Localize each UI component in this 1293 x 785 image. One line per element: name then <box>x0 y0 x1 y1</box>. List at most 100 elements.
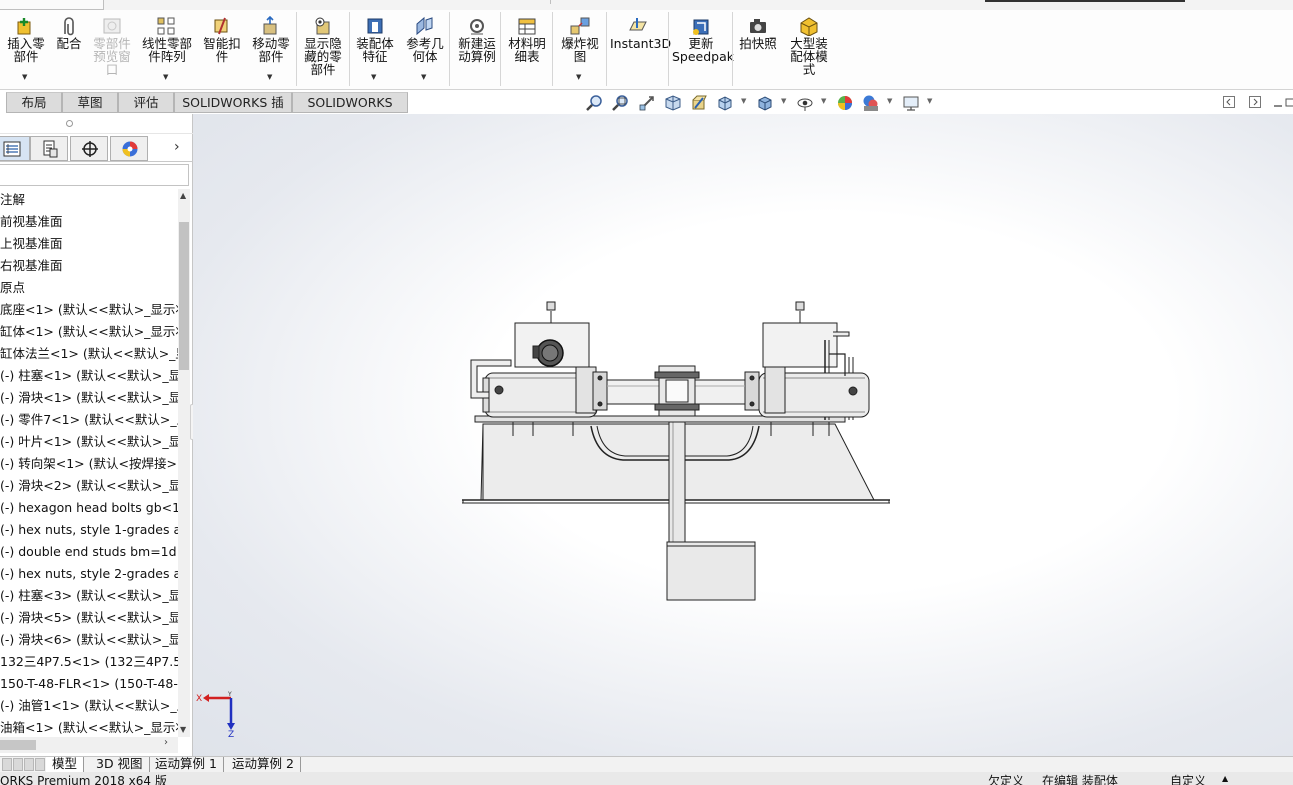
reference-geometry-dropdown-arrow[interactable]: ▼ <box>421 71 426 84</box>
tree-item[interactable]: (-) 滑块<1> (默认<<默认>_显示 <box>0 387 178 409</box>
tree-item[interactable]: 注解 <box>0 189 178 211</box>
large-assembly-mode-button[interactable]: 大型装 配体模 式 <box>782 12 836 90</box>
tree-item[interactable]: (-) 零件7<1> (默认<<默认>_显示 <box>0 409 178 431</box>
tree-item[interactable]: (-) double end studs bm=1d g <box>0 541 178 563</box>
graphics-area[interactable]: X Y Z <box>193 114 1293 756</box>
tree-item[interactable]: 前视基准面 <box>0 211 178 233</box>
tab-motion-study-2[interactable]: 运动算例 2 <box>226 757 301 772</box>
tree-item[interactable]: (-) 柱塞<3> (默认<<默认>_显示 <box>0 585 178 607</box>
feature-tree-vertical-scrollbar[interactable]: ▲ ▼ <box>178 189 190 737</box>
tree-item[interactable]: (-) 滑块<5> (默认<<默认>_显示 <box>0 607 178 629</box>
new-motion-study-button[interactable]: 新建运 动算例 <box>454 12 500 90</box>
restore-icon[interactable] <box>1285 96 1293 108</box>
feature-tree-horizontal-scrollbar[interactable]: › <box>0 737 178 753</box>
tab-property-manager[interactable] <box>30 136 68 161</box>
instant3d-button[interactable]: Instant3D <box>610 12 671 90</box>
tree-item[interactable]: (-) hex nuts, style 2-grades ab <box>0 563 178 585</box>
previous-view-icon[interactable] <box>638 94 656 112</box>
take-snapshot-label: 拍快照 <box>739 36 777 51</box>
tab-feature-tree[interactable] <box>0 136 30 161</box>
tab-evaluate[interactable]: 评估 <box>118 92 174 113</box>
tree-item[interactable]: 上视基准面 <box>0 233 178 255</box>
hide-show-items-icon[interactable] <box>796 94 814 112</box>
linear-pattern-button[interactable]: 线性零部 件阵列 ▼ <box>138 12 196 90</box>
display-style-icon[interactable] <box>756 94 774 112</box>
tab-motion-study-1[interactable]: 运动算例 1 <box>149 757 224 772</box>
tree-item[interactable]: 缸体法兰<1> (默认<<默认>_显示 <box>0 343 178 365</box>
insert-components-button[interactable]: 插入零 部件 ▼ <box>4 12 48 90</box>
panel-handle[interactable] <box>0 114 193 134</box>
tree-item[interactable]: (-) 转向架<1> (默认<按焊接><显 <box>0 453 178 475</box>
next-tab-button[interactable] <box>24 758 34 771</box>
instant3d-icon <box>629 18 647 31</box>
tab-configuration-manager[interactable] <box>70 136 108 161</box>
tab-sketch[interactable]: 草图 <box>62 92 118 113</box>
tree-item[interactable]: 132三4P7.5<1> (132三4P7.5<< <box>0 651 178 673</box>
tree-item[interactable]: 右视基准面 <box>0 255 178 277</box>
assembly-model-view[interactable] <box>193 114 1293 756</box>
section-view-icon[interactable] <box>664 94 682 112</box>
move-component-button[interactable]: 移动零 部件 ▼ <box>248 12 294 90</box>
minimize-icon[interactable] <box>1273 96 1283 108</box>
bill-of-materials-button[interactable]: 材料明 细表 <box>504 12 550 90</box>
tree-item[interactable]: (-) 柱塞<1> (默认<<默认>_显示 <box>0 365 178 387</box>
tree-item[interactable]: 150-T-48-FLR<1> (150-T-48-FL <box>0 673 178 695</box>
tab-solidworks-mbd[interactable]: SOLIDWORKS MBD <box>292 92 408 130</box>
move-component-dropdown-arrow[interactable]: ▼ <box>267 71 272 84</box>
zoom-to-fit-icon[interactable] <box>586 94 604 112</box>
tree-item[interactable]: (-) 滑块<2> (默认<<默认>_显示 <box>0 475 178 497</box>
apply-scene-icon[interactable] <box>862 94 880 112</box>
tab-solidworks-addins[interactable]: SOLIDWORKS 插件 <box>174 92 292 130</box>
update-speedpak-button[interactable]: 更新 Speedpak <box>672 12 734 90</box>
hide-show-dropdown[interactable]: ▼ <box>821 97 826 105</box>
tree-item[interactable]: 原点 <box>0 277 178 299</box>
scroll-down-icon[interactable]: ▼ <box>180 725 186 734</box>
tree-item[interactable]: 缸体<1> (默认<<默认>_显示状态 <box>0 321 178 343</box>
show-hidden-button[interactable]: 显示隐 藏的零 部件 <box>300 12 346 90</box>
first-tab-button[interactable] <box>2 758 12 771</box>
tree-item[interactable]: (-) 油管1<1> (默认<<默认>_显示 <box>0 695 178 717</box>
view-orientation-dropdown[interactable]: ▼ <box>741 97 746 105</box>
last-tab-button[interactable] <box>35 758 45 771</box>
tab-model[interactable]: 模型 <box>46 757 85 772</box>
edit-appearance-icon[interactable] <box>836 94 854 112</box>
collapse-right-icon[interactable] <box>1249 96 1261 108</box>
collapse-left-icon[interactable] <box>1223 96 1235 108</box>
assembly-features-button[interactable]: 装配体 特征 ▼ <box>352 12 398 90</box>
insert-components-dropdown-arrow[interactable]: ▼ <box>22 71 27 84</box>
view-settings-icon[interactable] <box>902 94 920 112</box>
tab-3d-view[interactable]: 3D 视图 <box>90 757 150 772</box>
view-settings-dropdown[interactable]: ▼ <box>927 97 932 105</box>
tree-item[interactable]: (-) hex nuts, style 1-grades ab <box>0 519 178 541</box>
units-status[interactable]: 自定义 <box>1170 772 1206 785</box>
chevron-right-icon[interactable]: › <box>174 139 180 155</box>
scroll-right-icon[interactable]: › <box>164 737 168 748</box>
display-style-dropdown[interactable]: ▼ <box>781 97 786 105</box>
mate-button[interactable]: 配合 <box>52 12 86 90</box>
tree-item[interactable]: (-) hexagon head bolts gb<1> <box>0 497 178 519</box>
feature-tree-filter-input[interactable] <box>0 164 189 186</box>
exploded-view-dropdown-arrow[interactable]: ▼ <box>576 71 581 84</box>
units-dropdown-icon[interactable]: ▲ <box>1222 772 1228 785</box>
smart-fasteners-button[interactable]: 智能扣 件 <box>200 12 244 90</box>
component-preview-button[interactable]: 零部件 预览窗 口 <box>88 12 136 90</box>
horizontal-scroll-thumb[interactable] <box>0 740 36 750</box>
tree-item[interactable]: 油箱<1> (默认<<默认>_显示状态 <box>0 717 178 737</box>
tab-layout[interactable]: 布局 <box>6 92 62 113</box>
linear-pattern-dropdown-arrow[interactable]: ▼ <box>163 71 168 84</box>
dynamic-annotation-icon[interactable] <box>690 94 708 112</box>
scroll-up-icon[interactable]: ▲ <box>180 191 186 200</box>
apply-scene-dropdown[interactable]: ▼ <box>887 97 892 105</box>
take-snapshot-button[interactable]: 拍快照 <box>736 12 780 90</box>
reference-geometry-button[interactable]: 参考几 何体 ▼ <box>402 12 448 90</box>
tab-display-manager[interactable] <box>110 136 148 161</box>
zoom-to-area-icon[interactable] <box>612 94 630 112</box>
tree-item[interactable]: (-) 滑块<6> (默认<<默认>_显示 <box>0 629 178 651</box>
tree-item[interactable]: 底座<1> (默认<<默认>_显示状态 <box>0 299 178 321</box>
vertical-scroll-thumb[interactable] <box>179 222 189 370</box>
tree-item[interactable]: (-) 叶片<1> (默认<<默认>_显示 <box>0 431 178 453</box>
exploded-view-button[interactable]: 爆炸视 图 ▼ <box>556 12 604 90</box>
view-orientation-icon[interactable] <box>716 94 734 112</box>
previous-tab-button[interactable] <box>13 758 23 771</box>
assembly-features-dropdown-arrow[interactable]: ▼ <box>371 71 376 84</box>
